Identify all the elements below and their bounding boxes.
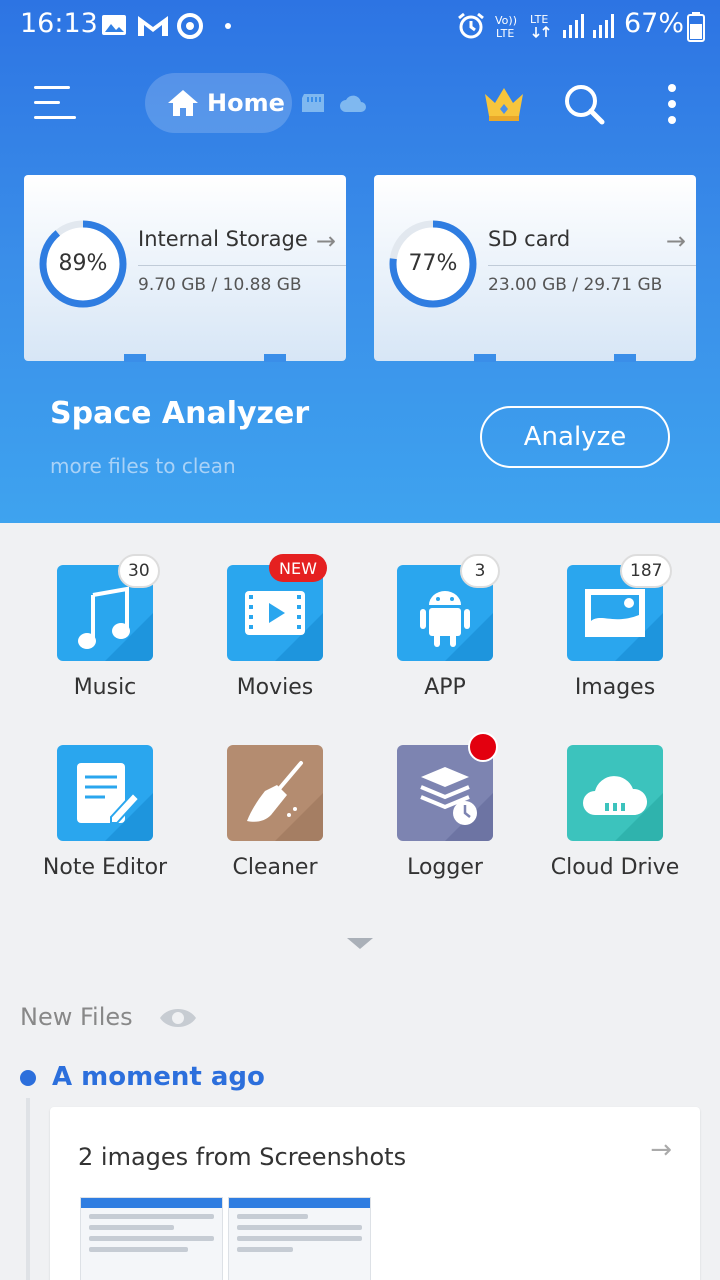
timeline-line (26, 1098, 30, 1280)
sd-card-card[interactable]: 77% SD card → 23.00 GB / 29.71 GB (374, 175, 696, 362)
more-icon[interactable] (664, 82, 680, 126)
gmail-icon (138, 16, 168, 36)
cloud-drive-icon (567, 745, 663, 841)
card-notch (264, 354, 286, 362)
expand-arrow-icon[interactable] (347, 938, 373, 949)
status-time: 16:13 (20, 8, 98, 39)
tool-label: APP (424, 675, 466, 700)
card-notch (474, 354, 496, 362)
new-badge: NEW (269, 554, 327, 582)
notification-dot (468, 732, 498, 762)
usage-percent: 77% (408, 251, 458, 276)
storage-name: Internal Storage (138, 227, 308, 251)
recent-files-card[interactable]: 2 images from Screenshots → (50, 1107, 700, 1280)
tool-label: Cloud Drive (550, 855, 680, 880)
svg-text:Vo)): Vo)) (495, 14, 517, 27)
analyze-button[interactable]: Analyze (480, 406, 670, 468)
eye-icon[interactable] (158, 1004, 198, 1032)
home-label: Home (207, 89, 285, 117)
space-analyzer-title: Space Analyzer (50, 396, 310, 431)
card-notch (124, 354, 146, 362)
crown-icon[interactable] (482, 84, 526, 124)
timeline-dot (20, 1070, 36, 1086)
screenshot-thumbnail[interactable] (228, 1197, 371, 1280)
lte-icon: LTE (530, 13, 550, 39)
battery-percent: 67% (624, 8, 685, 39)
recent-files-title: 2 images from Screenshots (78, 1143, 407, 1171)
screenshot-thumbnail[interactable] (80, 1197, 223, 1280)
storage-size: 9.70 GB / 10.88 GB (138, 275, 302, 295)
broom-icon (227, 745, 323, 841)
dot-icon (225, 23, 231, 29)
tool-label: Music (73, 675, 137, 700)
gallery-icon (102, 15, 126, 35)
divider (138, 265, 346, 266)
home-tab[interactable]: Home (145, 73, 292, 133)
usage-percent: 89% (58, 251, 108, 276)
space-analyzer-subtitle: more files to clean (50, 454, 236, 478)
storage-size: 23.00 GB / 29.71 GB (488, 275, 663, 295)
count-badge: 3 (460, 554, 500, 588)
card-notch (614, 354, 636, 362)
note-icon (57, 745, 153, 841)
arrow-right-icon: → (665, 227, 686, 255)
arrow-right-icon: → (315, 227, 336, 255)
storage-name: SD card (488, 227, 571, 251)
count-badge: 30 (118, 554, 160, 588)
tool-label: Logger (407, 855, 483, 880)
divider (488, 265, 696, 266)
search-icon[interactable] (562, 82, 606, 126)
internal-storage-card[interactable]: 89% Internal Storage → 9.70 GB / 10.88 G… (24, 175, 346, 362)
home-icon (168, 90, 198, 116)
alarm-icon (458, 12, 484, 39)
arrow-right-icon[interactable]: → (650, 1135, 672, 1165)
battery-icon (687, 12, 705, 42)
new-files-title: New Files (20, 1003, 133, 1031)
sync-icon (177, 13, 203, 39)
volte-icon: Vo))LTE (495, 14, 517, 40)
sd-card-icon[interactable] (300, 92, 328, 114)
timeline-label: A moment ago (52, 1062, 265, 1092)
cloud-icon[interactable] (338, 92, 368, 114)
svg-text:LTE: LTE (530, 13, 548, 26)
status-bar: 16:13 Vo)) LTE LTE 67% (0, 0, 720, 52)
menu-icon[interactable] (34, 86, 78, 122)
tool-label: Note Editor (42, 855, 168, 880)
count-badge: 187 (620, 554, 673, 588)
tool-label: Movies (236, 675, 314, 700)
svg-text:LTE: LTE (496, 27, 514, 40)
tool-label: Images (574, 675, 656, 700)
signal-icon (593, 14, 614, 38)
signal-icon (563, 14, 584, 38)
tool-label: Cleaner (232, 855, 318, 880)
